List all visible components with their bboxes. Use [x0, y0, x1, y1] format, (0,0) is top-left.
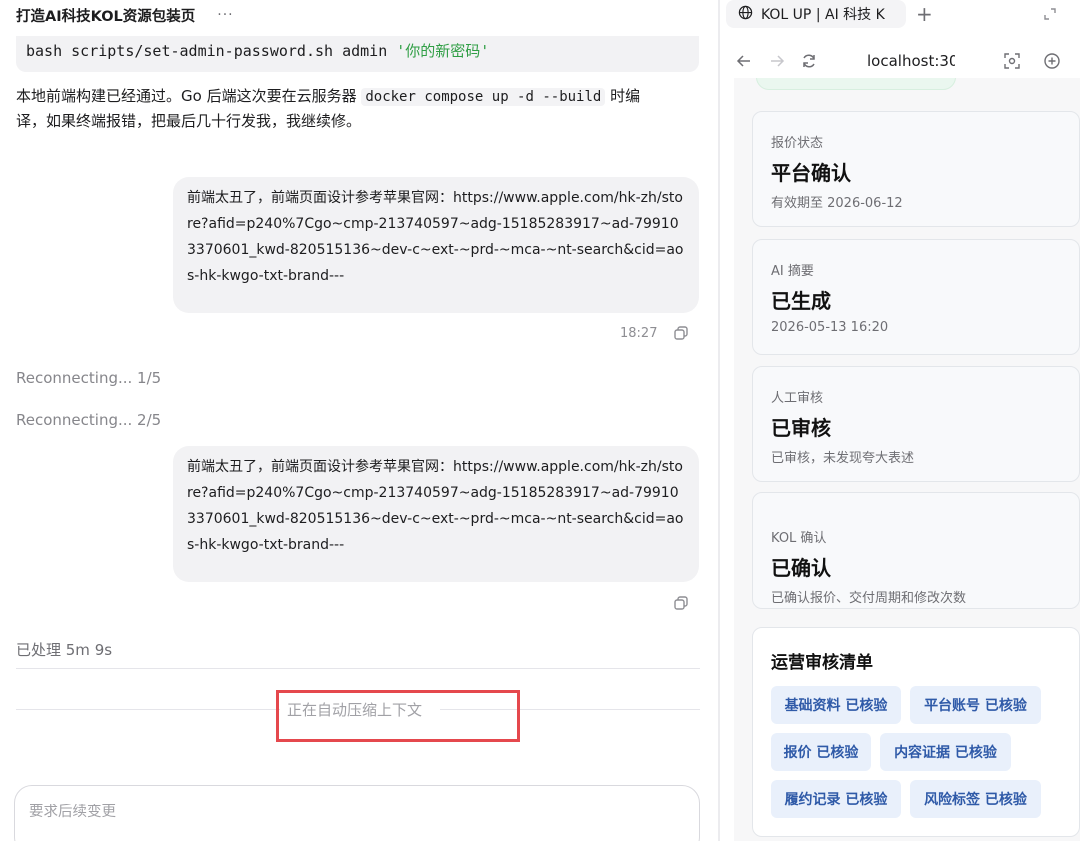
browser-pane: KOL UP | AI 科技 K + localhost:30 报价状态 平台确…	[720, 0, 1080, 841]
add-circle-icon[interactable]	[1043, 52, 1061, 70]
card-value: 已确认	[771, 556, 831, 580]
checklist-chip[interactable]: 平台账号 已核验	[910, 686, 1041, 724]
reconnect-status: Reconnecting... 2/5	[16, 411, 162, 429]
assistant-text-part-1: 本地前端构建已经通过。Go 后端这次要在云服务器	[16, 87, 362, 105]
expand-icon[interactable]	[1043, 6, 1057, 20]
checklist-chip[interactable]: 履约记录 已核验	[771, 780, 901, 818]
status-card: 报价状态 平台确认 有效期至 2026-06-12	[752, 111, 1080, 227]
assistant-message: 本地前端构建已经通过。Go 后端这次要在云服务器 docker compose …	[16, 84, 700, 133]
processed-time: 已处理 5m 9s	[16, 641, 113, 659]
status-card: KOL 确认 已确认 已确认报价、交付周期和修改次数	[752, 492, 1080, 609]
code-argument: '你的新密码'	[396, 42, 490, 60]
message-timestamp: 18:27	[620, 326, 658, 341]
more-options-button[interactable]: ···	[217, 7, 233, 23]
card-value: 已审核	[771, 416, 831, 440]
new-tab-button[interactable]: +	[916, 2, 933, 26]
address-bar[interactable]: localhost:30	[867, 52, 955, 70]
chat-header: 打造AI科技KOL资源包装页 ···	[0, 0, 718, 30]
checklist-chip[interactable]: 风险标签 已核验	[910, 780, 1041, 818]
screenshot-icon[interactable]	[1003, 52, 1021, 70]
card-value: 平台确认	[771, 161, 851, 185]
card-label: KOL 确认	[771, 531, 827, 546]
navigation-bar: localhost:30	[720, 44, 1080, 78]
copy-icon[interactable]	[673, 595, 689, 611]
card-label: AI 摘要	[771, 264, 814, 279]
divider	[16, 709, 280, 710]
card-label: 人工审核	[771, 391, 824, 406]
chat-title: 打造AI科技KOL资源包装页	[16, 8, 196, 25]
code-command: bash scripts/set-admin-password.sh admin	[26, 42, 397, 60]
tab-bar: KOL UP | AI 科技 K +	[720, 0, 1080, 28]
reconnect-status: Reconnecting... 1/5	[16, 369, 162, 387]
page-viewport[interactable]: 报价状态 平台确认 有效期至 2026-06-12 AI 摘要 已生成 2026…	[734, 78, 1080, 841]
copy-icon[interactable]	[673, 325, 689, 341]
assistant-text-part-2: 时编	[605, 87, 641, 105]
checklist-chip[interactable]: 内容证据 已核验	[880, 733, 1011, 771]
browser-tab[interactable]: KOL UP | AI 科技 K	[726, 0, 906, 28]
divider	[16, 668, 700, 669]
card-subtext: 有效期至 2026-06-12	[771, 196, 903, 211]
review-checklist: 运营审核清单 基础资料 已核验 平台账号 已核验 报价 已核验 内容证据 已核验…	[752, 627, 1080, 837]
annotation-highlight-box	[276, 690, 520, 742]
tab-title: KOL UP | AI 科技 K	[761, 7, 885, 23]
assistant-line-2: 译，如果终端报错，把最后几十行发我，我继续修。	[16, 112, 362, 130]
user-message-bubble: 前端太丑了，前端页面设计参考苹果官网：https://www.apple.com…	[173, 446, 699, 582]
assistant-line-1: 本地前端构建已经通过。Go 后端这次要在云服务器 docker compose …	[16, 84, 700, 109]
user-message-bubble: 前端太丑了，前端页面设计参考苹果官网：https://www.apple.com…	[173, 177, 699, 313]
reload-icon[interactable]	[800, 52, 818, 70]
card-subtext: 已审核，未发现夸大表述	[771, 451, 915, 466]
back-arrow-icon[interactable]	[735, 52, 753, 70]
card-value: 已生成	[771, 289, 831, 313]
card-label: 报价状态	[771, 136, 824, 151]
checklist-chip[interactable]: 报价 已核验	[771, 733, 871, 771]
globe-icon	[738, 5, 753, 24]
card-subtext: 2026-05-13 16:20	[771, 320, 889, 335]
composer[interactable]	[14, 785, 700, 841]
checklist-title: 运营审核清单	[771, 653, 873, 673]
composer-input[interactable]	[29, 804, 685, 820]
status-card: AI 摘要 已生成 2026-05-13 16:20	[752, 239, 1080, 355]
forward-arrow-icon[interactable]	[768, 52, 786, 70]
assistant-inline-code: docker compose up -d --build	[361, 88, 606, 106]
status-pill	[756, 78, 956, 90]
chat-pane: 打造AI科技KOL资源包装页 ··· bash scripts/set-admi…	[0, 0, 718, 841]
code-block: bash scripts/set-admin-password.sh admin…	[16, 36, 699, 72]
status-card: 人工审核 已审核 已审核，未发现夸大表述	[752, 366, 1080, 482]
card-subtext: 已确认报价、交付周期和修改次数	[771, 591, 967, 606]
checklist-chip[interactable]: 基础资料 已核验	[771, 686, 901, 724]
